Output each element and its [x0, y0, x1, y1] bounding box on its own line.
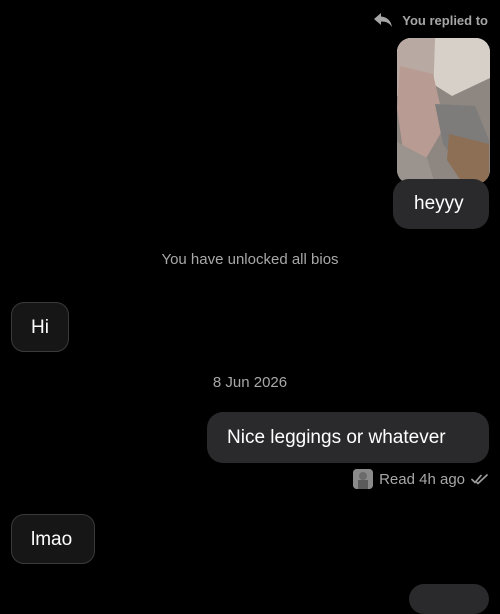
read-receipt: Read 4h ago	[353, 468, 489, 490]
date-separator: 8 Jun 2026	[212, 374, 288, 391]
message-bubble-incoming[interactable]: Hi	[11, 302, 69, 352]
message-bubble-outgoing[interactable]: heyyy	[393, 179, 489, 229]
message-text: Nice leggings or whatever	[227, 427, 446, 448]
message-bubble-partial[interactable]	[409, 584, 489, 614]
read-status-text: Read 4h ago	[379, 470, 465, 488]
reply-icon	[372, 11, 394, 29]
reply-header-label: You replied to	[402, 12, 488, 28]
unlock-notice: You have unlocked all bios	[161, 251, 339, 268]
message-text: heyyy	[414, 193, 464, 214]
reply-header: You replied to	[372, 10, 488, 30]
replied-story-photo[interactable]	[397, 38, 490, 184]
avatar	[353, 469, 374, 489]
message-bubble-incoming[interactable]: lmao	[11, 514, 95, 564]
message-text: Hi	[31, 317, 49, 338]
message-text: lmao	[31, 529, 73, 550]
double-check-icon	[471, 473, 489, 485]
message-bubble-outgoing[interactable]: Nice leggings or whatever	[207, 412, 489, 463]
